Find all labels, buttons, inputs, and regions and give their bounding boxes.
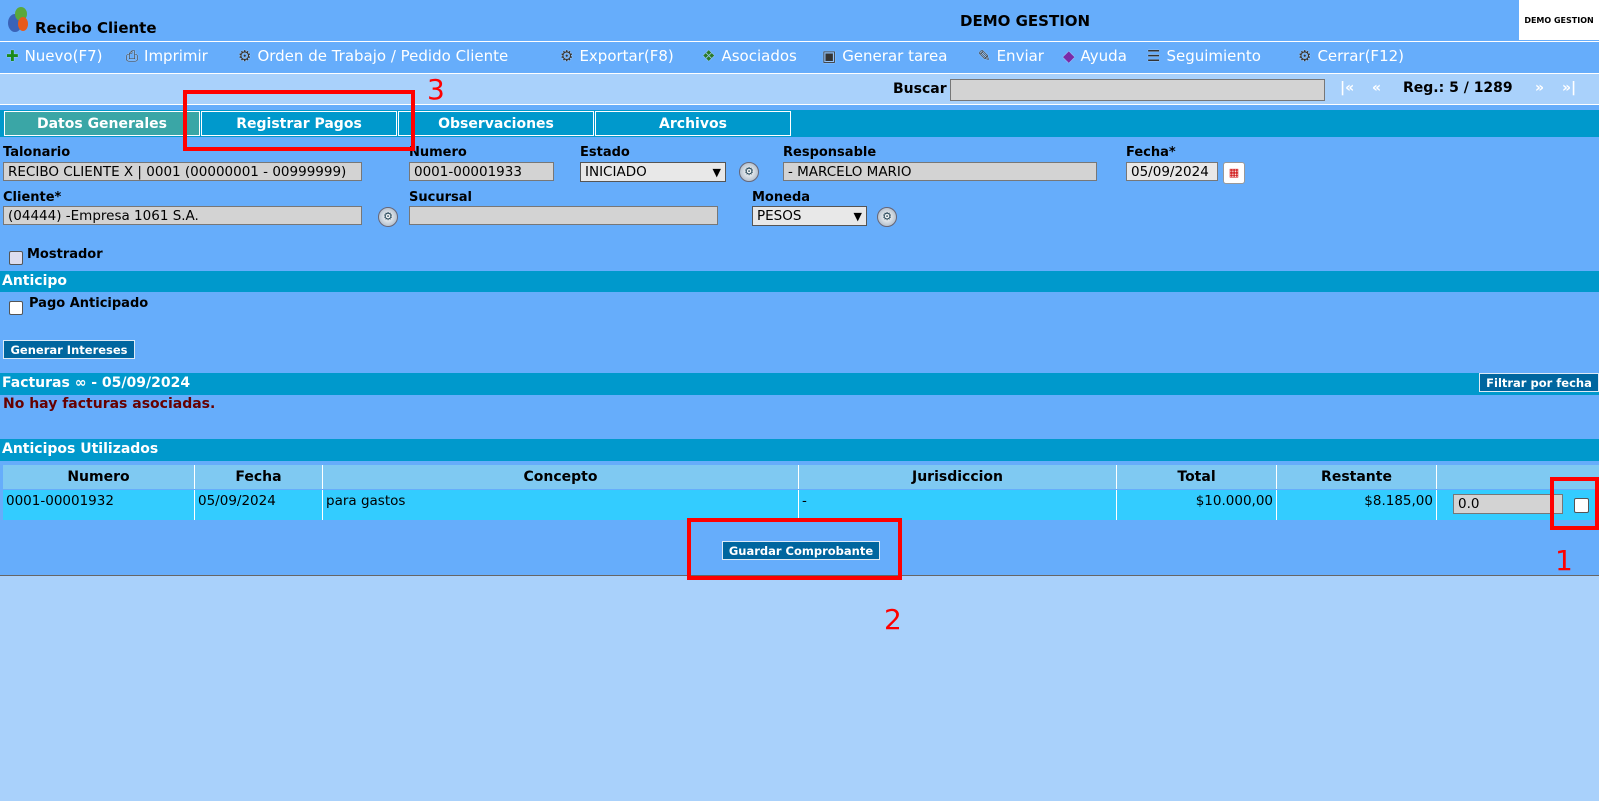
first-record-button[interactable]: |« xyxy=(1340,80,1354,96)
row-concepto: para gastos xyxy=(323,490,799,520)
annotation-box-3 xyxy=(183,90,415,151)
annotation-box-2 xyxy=(687,518,902,580)
exportar-button[interactable]: ⚙ Exportar(F8) xyxy=(560,47,674,65)
row-restante: $8.185,00 xyxy=(1277,490,1437,520)
plus-icon: ✚ xyxy=(6,47,19,65)
annotation-number-1: 1 xyxy=(1555,544,1573,577)
task-icon: ▣ xyxy=(822,47,837,65)
facturas-section-header: Facturas ∞ - 05/09/2024 xyxy=(0,373,1599,395)
numero-field[interactable]: 0001-00001933 xyxy=(409,162,554,181)
moneda-select[interactable]: PESOS ▼ xyxy=(752,206,867,226)
numero-label: Numero xyxy=(409,145,467,160)
col-jurisdiccion: Jurisdiccion xyxy=(799,465,1117,489)
tab-observaciones[interactable]: Observaciones xyxy=(398,111,594,136)
col-numero: Numero xyxy=(3,465,195,489)
responsable-field[interactable]: - MARCELO MARIO xyxy=(783,162,1097,181)
cliente-field[interactable]: (04444) -Empresa 1061 S.A. xyxy=(3,206,362,225)
cliente-label: Cliente* xyxy=(3,190,62,205)
cliente-lookup-icon[interactable]: ⚙ xyxy=(378,207,398,227)
last-record-button[interactable]: »| xyxy=(1562,80,1576,96)
filtrar-por-fecha-button[interactable]: Filtrar por fecha xyxy=(1479,373,1599,392)
orden-trabajo-button[interactable]: ⚙ Orden de Trabajo / Pedido Cliente xyxy=(238,47,508,65)
search-label: Buscar xyxy=(893,81,947,97)
imprimir-button[interactable]: ⎙ Imprimir xyxy=(126,47,208,65)
enviar-button[interactable]: ✎ Enviar xyxy=(978,47,1044,65)
toolbar: ✚ Nuevo(F7) ⎙ Imprimir ⚙ Orden de Trabajo /… xyxy=(0,42,1599,74)
row-numero: 0001-00001932 xyxy=(3,490,195,520)
estado-select[interactable]: INICIADO ▼ xyxy=(580,162,726,182)
help-icon: ◆ xyxy=(1063,47,1075,65)
fecha-field[interactable]: 05/09/2024 xyxy=(1126,162,1218,181)
prev-record-button[interactable]: « xyxy=(1372,80,1381,96)
tab-archivos[interactable]: Archivos xyxy=(595,111,791,136)
row-jurisdiccion: - xyxy=(799,490,1117,520)
mostrador-label: Mostrador xyxy=(27,247,103,262)
chevron-down-icon: ▼ xyxy=(712,166,721,179)
sucursal-field[interactable] xyxy=(409,206,718,225)
row-fecha: 05/09/2024 xyxy=(195,490,323,520)
ayuda-button[interactable]: ◆ Ayuda xyxy=(1063,47,1127,65)
asociados-button[interactable]: ❖ Asociados xyxy=(702,47,797,65)
printer-icon: ⎙ xyxy=(126,47,139,65)
anticipo-section-header: Anticipo xyxy=(0,271,1599,292)
search-input[interactable] xyxy=(950,79,1325,101)
generar-intereses-button[interactable]: Generar Intereses xyxy=(3,340,135,359)
pago-anticipado-checkbox[interactable] xyxy=(9,301,23,315)
export-icon: ⚙ xyxy=(560,47,574,65)
responsable-label: Responsable xyxy=(783,145,877,160)
tracking-icon: ☰ xyxy=(1147,47,1161,65)
pago-anticipado-label: Pago Anticipado xyxy=(29,296,149,311)
annotation-box-1 xyxy=(1550,477,1599,530)
estado-config-icon[interactable]: ⚙ xyxy=(739,162,759,182)
annotation-number-3: 3 xyxy=(427,73,445,106)
send-icon: ✎ xyxy=(978,47,991,65)
cerrar-button[interactable]: ⚙ Cerrar(F12) xyxy=(1298,47,1404,65)
col-total: Total xyxy=(1117,465,1277,489)
talonario-field[interactable]: RECIBO CLIENTE X | 0001 (00000001 - 0099… xyxy=(3,162,362,181)
sucursal-label: Sucursal xyxy=(409,190,472,205)
company-logo: DEMO GESTION xyxy=(1519,0,1599,40)
asociados-icon: ❖ xyxy=(702,47,716,65)
no-facturas-message: No hay facturas asociadas. xyxy=(3,396,216,412)
estado-label: Estado xyxy=(580,145,630,160)
generar-tarea-button[interactable]: ▣ Generar tarea xyxy=(822,47,947,65)
moneda-label: Moneda xyxy=(752,190,811,205)
chevron-down-icon: ▼ xyxy=(853,210,862,223)
fecha-label: Fecha* xyxy=(1126,145,1176,160)
row-total: $10.000,00 xyxy=(1117,490,1277,520)
tab-datos-generales[interactable]: Datos Generales xyxy=(4,111,200,136)
col-fecha: Fecha xyxy=(195,465,323,489)
anticipos-utilizados-header: Anticipos Utilizados xyxy=(0,439,1599,461)
next-record-button[interactable]: » xyxy=(1535,80,1544,96)
annotation-number-2: 2 xyxy=(884,603,902,636)
nuevo-button[interactable]: ✚ Nuevo(F7) xyxy=(6,47,102,65)
col-restante: Restante xyxy=(1277,465,1437,489)
app-title: Recibo Cliente xyxy=(35,19,157,37)
calendar-icon[interactable]: ▦ xyxy=(1223,162,1245,184)
gear-icon: ⚙ xyxy=(238,47,252,65)
moneda-config-icon[interactable]: ⚙ xyxy=(877,207,897,227)
app-logo-icon xyxy=(7,5,29,33)
app-header: Recibo Cliente DEMO GESTION DEMO GESTION xyxy=(0,0,1599,42)
monto-input[interactable]: 0.0 xyxy=(1453,494,1563,514)
company-title: DEMO GESTION xyxy=(960,12,1091,30)
record-counter: Reg.: 5 / 1289 xyxy=(1403,80,1513,96)
col-concepto: Concepto xyxy=(323,465,799,489)
seguimiento-button[interactable]: ☰ Seguimiento xyxy=(1147,47,1261,65)
talonario-label: Talonario xyxy=(3,145,71,160)
mostrador-checkbox[interactable] xyxy=(9,251,23,265)
close-icon: ⚙ xyxy=(1298,47,1312,65)
